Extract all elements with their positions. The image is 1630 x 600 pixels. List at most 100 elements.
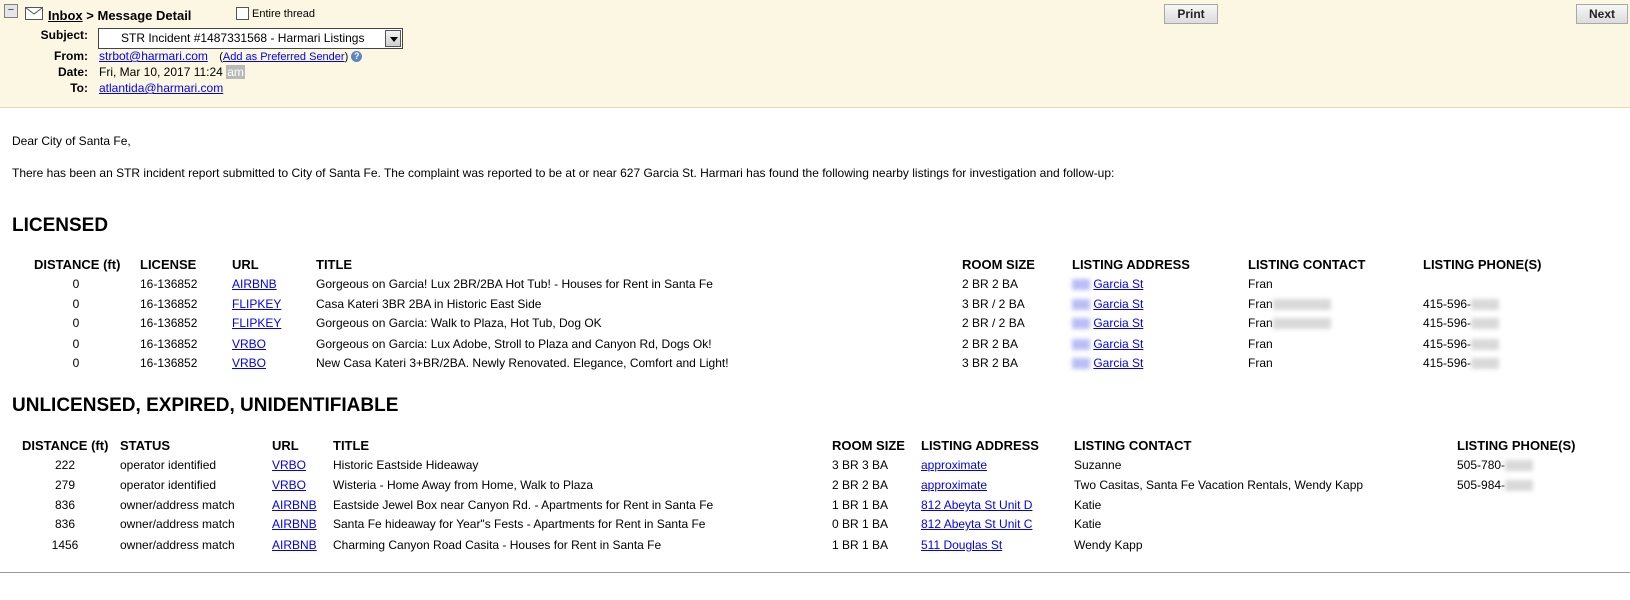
title-cell: Gorgeous on Garcia: Walk to Plaza, Hot T… xyxy=(316,316,602,330)
license-cell: 16-136852 xyxy=(140,277,198,291)
listing-address-link[interactable]: 812 Abeyta St Unit C xyxy=(921,517,1032,531)
listing-phone-cell: 415-596- xyxy=(1423,316,1500,330)
listing-contact-cell: Wendy Kapp xyxy=(1074,538,1143,552)
listing-contact-cell: Two Casitas, Santa Fe Vacation Rentals, … xyxy=(1074,478,1364,492)
listing-url-link[interactable]: AIRBNB xyxy=(272,517,317,531)
listing-address-link[interactable]: 812 Abeyta St Unit D xyxy=(921,498,1032,512)
distance-cell: 836 xyxy=(54,517,76,531)
col-listing-phones: LISTING PHONE(S) xyxy=(1423,257,1542,272)
table-row: 0 16-136852 VRBO Gorgeous on Garcia: Lux Ad… xyxy=(0,337,1630,355)
distance-cell: 836 xyxy=(54,498,76,512)
envelope-icon xyxy=(25,7,43,20)
room-size-cell: 1 BR 1 BA xyxy=(832,498,889,512)
redacted-block xyxy=(1471,299,1500,311)
listing-phone-cell: 505-780- xyxy=(1457,458,1534,472)
redacted-block xyxy=(1505,460,1534,472)
table-row: 0 16-136852 AIRBNB Gorgeous on Garcia! Lux … xyxy=(0,277,1630,295)
redacted-block xyxy=(1471,339,1500,351)
table-row: 836 owner/address match AIRBNB Eastside Jew… xyxy=(0,498,1630,516)
entire-thread-checkbox[interactable] xyxy=(236,7,249,20)
room-size-cell: 2 BR 2 BA xyxy=(962,337,1019,351)
listing-contact-cell: Katie xyxy=(1074,498,1102,512)
listing-address-cell: Garcia St xyxy=(1072,277,1143,291)
listing-url-link[interactable]: FLIPKEY xyxy=(232,316,281,330)
add-preferred-wrap: (Add as Preferred Sender) xyxy=(219,51,349,63)
col-distance: DISTANCE (ft) xyxy=(34,257,121,272)
help-icon[interactable]: ? xyxy=(351,51,363,63)
next-button[interactable]: Next xyxy=(1576,4,1628,24)
chevron-down-icon[interactable] xyxy=(385,30,401,47)
from-field: strbot@harmari.com (Add as Preferred Sen… xyxy=(99,49,363,63)
col-distance: DISTANCE (ft) xyxy=(22,438,109,453)
title-cell: Historic Eastside Hideaway xyxy=(333,458,479,472)
listing-url-link[interactable]: AIRBNB xyxy=(272,538,317,552)
listing-contact-cell: Fran xyxy=(1248,297,1331,311)
contact-name: Fran xyxy=(1248,277,1273,291)
date-value: Fri, Mar 10, 2017 11:24 xyxy=(99,65,223,79)
listing-phone-cell: 505-984- xyxy=(1457,478,1534,492)
divider xyxy=(0,572,1630,573)
licensed-header-row: DISTANCE (ft) LICENSE URL TITLE ROOM SIZ… xyxy=(0,257,1630,275)
listing-address-link[interactable]: Garcia St xyxy=(1093,297,1143,311)
distance-cell: 0 xyxy=(72,297,80,311)
listing-address-link[interactable]: 511 Douglas St xyxy=(921,538,1002,552)
table-row: 836 owner/address match AIRBNB Santa Fe hid… xyxy=(0,517,1630,535)
listing-contact-cell: Katie xyxy=(1074,517,1102,531)
license-cell: 16-136852 xyxy=(140,337,198,351)
distance-cell: 0 xyxy=(72,316,80,330)
listing-address-cell: Garcia St xyxy=(1072,337,1143,351)
entire-thread-label: Entire thread xyxy=(252,7,315,20)
contact-name: Fran xyxy=(1248,337,1273,351)
status-cell: owner/address match xyxy=(120,517,235,531)
room-size-cell: 3 BR / 2 BA xyxy=(962,297,1025,311)
listing-url-link[interactable]: AIRBNB xyxy=(232,277,277,291)
print-button[interactable]: Print xyxy=(1164,4,1218,24)
subject-select[interactable]: STR Incident #1487331568 - Harmari Listi… xyxy=(98,28,403,49)
listing-address-link[interactable]: Garcia St xyxy=(1093,337,1143,351)
from-label: From: xyxy=(54,49,88,63)
room-size-cell: 0 BR 1 BA xyxy=(832,517,889,531)
collapse-icon[interactable]: − xyxy=(4,4,18,18)
distance-cell: 279 xyxy=(54,478,76,492)
table-row: 0 16-136852 VRBO New Casa Kateri 3+BR/2BA. … xyxy=(0,356,1630,374)
redacted-block xyxy=(1471,358,1500,370)
status-cell: operator identified xyxy=(120,458,217,472)
listing-contact-cell: Suzanne xyxy=(1074,458,1122,472)
listing-url-link[interactable]: FLIPKEY xyxy=(232,297,281,311)
col-url: URL xyxy=(232,257,259,272)
listing-url-link[interactable]: VRBO xyxy=(272,458,306,472)
table-row: 0 16-136852 FLIPKEY Casa Kateri 3BR 2BA in … xyxy=(0,297,1630,315)
listing-address-link[interactable]: approximate xyxy=(921,478,987,492)
from-address-link[interactable]: strbot@harmari.com xyxy=(99,49,208,63)
listing-address-link[interactable]: Garcia St xyxy=(1093,277,1143,291)
status-cell: owner/address match xyxy=(120,538,235,552)
col-listing-address: LISTING ADDRESS xyxy=(921,438,1039,453)
listing-url-link[interactable]: VRBO xyxy=(232,356,266,370)
contact-name: Fran xyxy=(1248,356,1273,370)
add-preferred-sender-link[interactable]: Add as Preferred Sender xyxy=(223,51,345,63)
license-cell: 16-136852 xyxy=(140,297,198,311)
distance-cell: 222 xyxy=(54,458,76,472)
entire-thread-toggle[interactable]: Entire thread xyxy=(236,7,315,20)
license-cell: 16-136852 xyxy=(140,356,198,370)
listing-address-link[interactable]: approximate xyxy=(921,458,987,472)
listing-phone-cell: 415-596- xyxy=(1423,356,1500,370)
subject-value: STR Incident #1487331568 - Harmari Listi… xyxy=(121,31,365,45)
to-field: atlantida@harmari.com xyxy=(99,81,223,95)
listing-url-link[interactable]: VRBO xyxy=(232,337,266,351)
inbox-link[interactable]: Inbox xyxy=(48,8,83,23)
date-label: Date: xyxy=(57,65,88,79)
unlicensed-header-row: DISTANCE (ft) STATUS URL TITLE ROOM SIZE… xyxy=(0,438,1630,456)
listing-address-link[interactable]: Garcia St xyxy=(1093,316,1143,330)
listing-url-link[interactable]: VRBO xyxy=(272,478,306,492)
listing-phone-cell: 415-596- xyxy=(1423,337,1500,351)
listing-address-link[interactable]: Garcia St xyxy=(1093,356,1143,370)
title-cell: Santa Fe hideaway for Year"s Fests - Apa… xyxy=(333,517,706,531)
status-cell: owner/address match xyxy=(120,498,235,512)
room-size-cell: 3 BR 2 BA xyxy=(962,356,1019,370)
redacted-block xyxy=(1505,480,1534,492)
listing-url-link[interactable]: AIRBNB xyxy=(272,498,317,512)
to-address-link[interactable]: atlantida@harmari.com xyxy=(99,81,223,95)
redacted-block xyxy=(1272,299,1331,311)
message-header: − Inbox > Message Detail Entire thread P… xyxy=(0,0,1630,108)
